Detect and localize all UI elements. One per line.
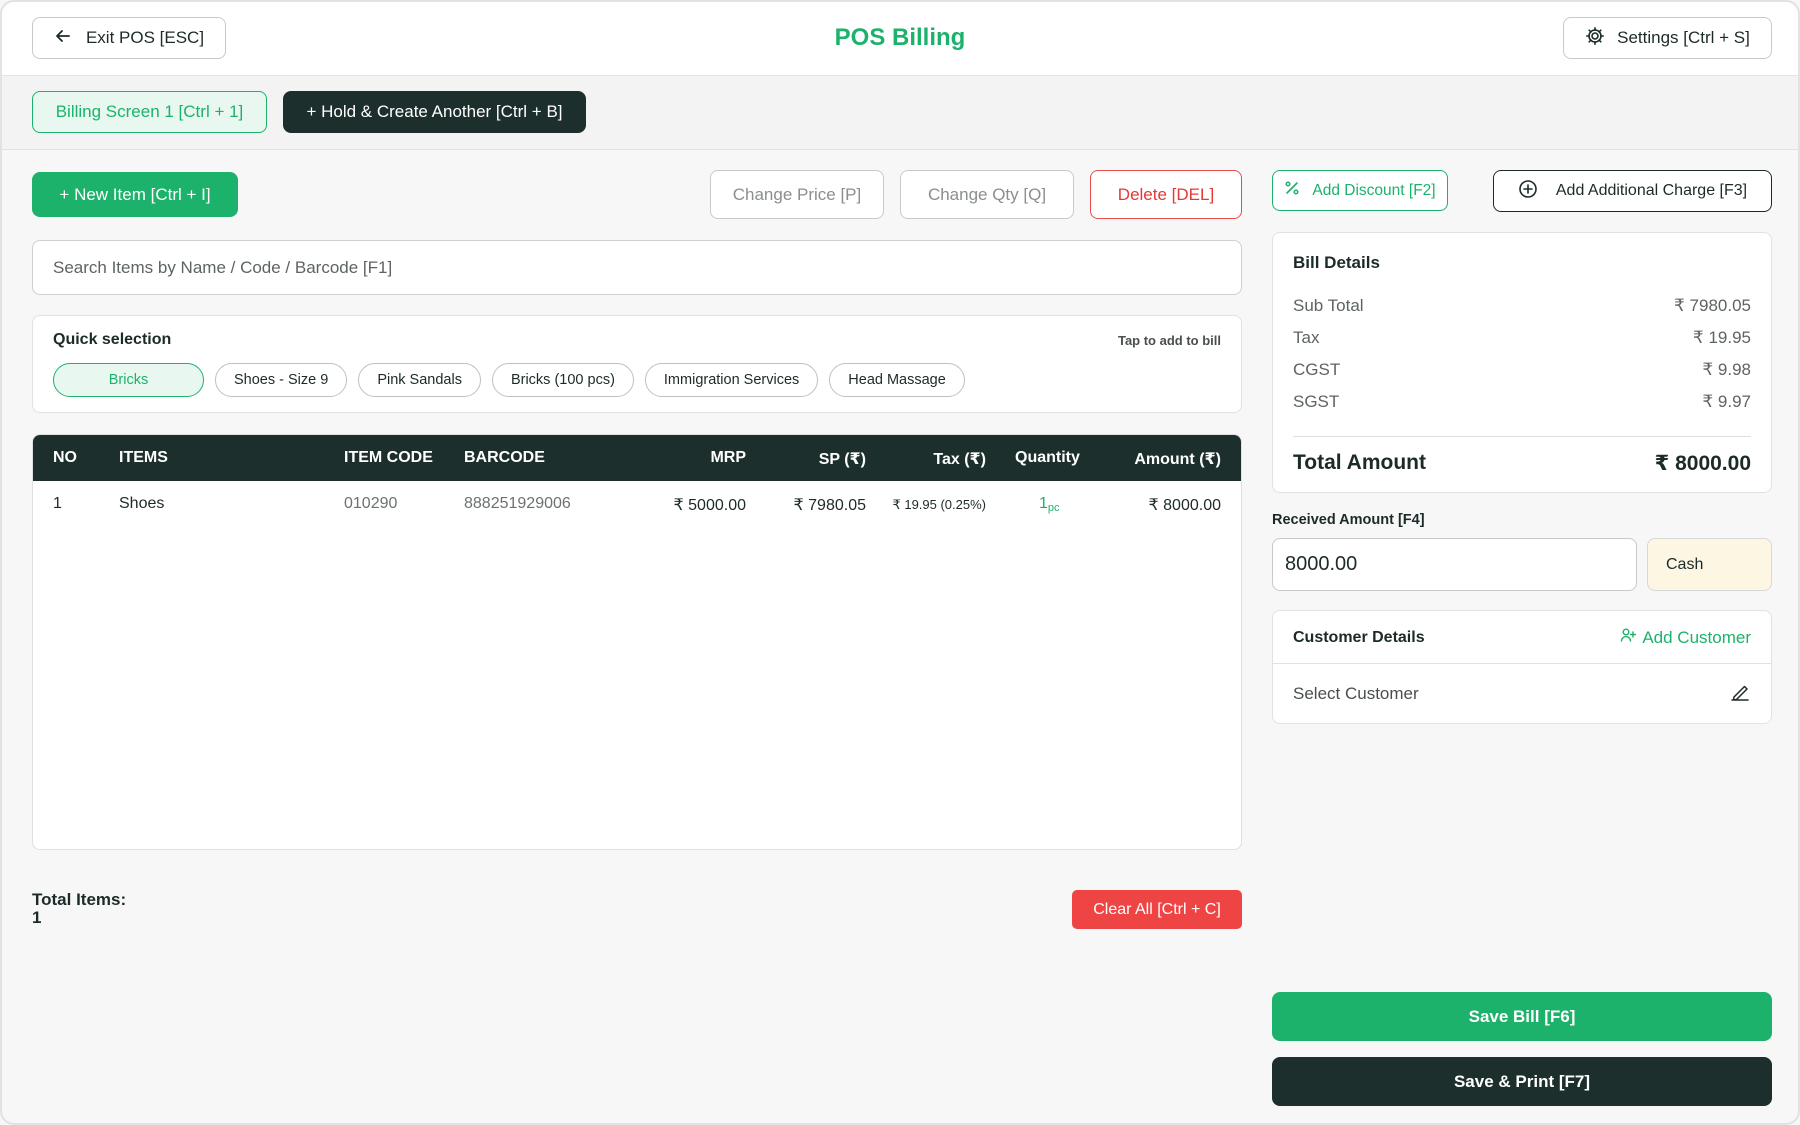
top-bar: Exit POS [ESC] POS Billing Settings [Ctr… <box>2 2 1798 76</box>
cell-barcode: 888251929006 <box>464 495 571 512</box>
tab-billing-screen-1[interactable]: Billing Screen 1 [Ctrl + 1] <box>32 91 267 133</box>
cell-mrp: ₹ 5000.00 <box>673 497 746 514</box>
bill-total-value: ₹ 8000.00 <box>1654 452 1751 475</box>
total-items: Total Items: 1 <box>32 891 126 927</box>
select-customer-field[interactable]: Select Customer <box>1293 684 1419 704</box>
bill-line-sgst: SGST ₹ 9.97 <box>1293 392 1751 412</box>
col-header-tax: Tax (₹) <box>933 451 986 468</box>
add-additional-charge-button[interactable]: Add Additional Charge [F3] <box>1493 170 1772 212</box>
received-amount-label: Received Amount [F4] <box>1272 512 1425 528</box>
bill-total: Total Amount ₹ 8000.00 <box>1293 451 1751 476</box>
customer-details-title: Customer Details <box>1293 629 1425 646</box>
col-header-barcode: BARCODE <box>464 449 545 466</box>
bill-line-tax: Tax ₹ 19.95 <box>1293 328 1751 348</box>
bill-divider <box>1293 436 1751 437</box>
quick-chip-head-massage[interactable]: Head Massage <box>829 363 965 397</box>
save-print-button[interactable]: Save & Print [F7] <box>1272 1057 1772 1106</box>
page-title: POS Billing <box>834 24 966 51</box>
bill-line-value: ₹ 9.98 <box>1702 360 1751 379</box>
bill-line-value: ₹ 19.95 <box>1692 328 1751 347</box>
change-price-button[interactable]: Change Price [P] <box>710 170 884 219</box>
cell-quantity[interactable]: 1pc <box>1039 495 1060 514</box>
payment-mode-select[interactable]: Cash <box>1647 538 1772 591</box>
add-additional-charge-label: Add Additional Charge [F3] <box>1555 182 1748 199</box>
bill-line-label: Tax <box>1293 328 1320 347</box>
quick-chip-bricks-100[interactable]: Bricks (100 pcs) <box>491 363 634 397</box>
cell-item-code: 010290 <box>344 495 398 512</box>
bill-details-title: Bill Details <box>1293 253 1380 272</box>
col-header-quantity: Quantity <box>1015 449 1080 466</box>
bill-line-value: ₹ 9.97 <box>1702 392 1751 411</box>
gear-icon <box>1585 26 1605 51</box>
percent-icon <box>1284 180 1300 201</box>
bill-line-cgst: CGST ₹ 9.98 <box>1293 360 1751 380</box>
plus-circle-icon <box>1518 179 1538 204</box>
change-qty-button[interactable]: Change Qty [Q] <box>900 170 1074 219</box>
add-discount-button[interactable]: Add Discount [F2] <box>1272 170 1448 211</box>
save-bill-button[interactable]: Save Bill [F6] <box>1272 992 1772 1041</box>
add-discount-label: Add Discount [F2] <box>1312 181 1436 199</box>
add-customer-label: Add Customer <box>1642 627 1751 647</box>
bill-line-value: ₹ 7980.05 <box>1674 296 1751 315</box>
cell-amount: ₹ 8000.00 <box>1148 497 1221 514</box>
bill-line-label: CGST <box>1293 360 1341 379</box>
col-header-no: NO <box>53 449 77 466</box>
pos-window: Exit POS [ESC] POS Billing Settings [Ctr… <box>0 0 1800 1125</box>
clear-all-button[interactable]: Clear All [Ctrl + C] <box>1072 890 1242 929</box>
quick-selection-panel: Quick selection Tap to add to bill Brick… <box>32 315 1242 413</box>
new-item-button[interactable]: + New Item [Ctrl + I] <box>32 172 238 217</box>
received-amount-input[interactable] <box>1272 538 1637 591</box>
cell-sp: ₹ 7980.05 <box>793 497 866 514</box>
search-input[interactable] <box>32 240 1242 295</box>
quick-chip-bricks[interactable]: Bricks <box>53 363 204 397</box>
cell-no: 1 <box>53 495 62 512</box>
col-header-item-code: ITEM CODE <box>344 449 433 466</box>
table-header: NO ITEMS ITEM CODE BARCODE MRP SP (₹) Ta… <box>33 435 1241 481</box>
bill-line-sub-total: Sub Total ₹ 7980.05 <box>1293 296 1751 316</box>
cell-tax: ₹ 19.95 (0.25%) <box>892 497 986 512</box>
bill-details-panel: Bill Details Sub Total ₹ 7980.05 Tax ₹ 1… <box>1272 232 1772 493</box>
table-row[interactable]: 1 Shoes 010290 888251929006 ₹ 5000.00 ₹ … <box>33 481 1241 527</box>
billing-tabs-bar: Billing Screen 1 [Ctrl + 1] + Hold & Cre… <box>2 76 1798 150</box>
user-plus-icon <box>1620 627 1637 648</box>
total-items-label: Total Items: <box>32 890 127 909</box>
quantity-value: 1 <box>1039 495 1048 512</box>
bill-line-label: Sub Total <box>1293 296 1364 315</box>
customer-divider <box>1273 663 1771 664</box>
items-table: NO ITEMS ITEM CODE BARCODE MRP SP (₹) Ta… <box>32 434 1242 850</box>
cell-item: Shoes <box>119 495 165 512</box>
col-header-amount: Amount (₹) <box>1134 451 1221 468</box>
quick-chip-immigration-services[interactable]: Immigration Services <box>644 363 819 397</box>
quick-selection-chips: Bricks Shoes - Size 9 Pink Sandals Brick… <box>53 363 965 397</box>
hold-create-another-button[interactable]: + Hold & Create Another [Ctrl + B] <box>283 91 586 133</box>
quick-selection-title: Quick selection <box>53 331 172 348</box>
quick-chip-pink-sandals[interactable]: Pink Sandals <box>358 363 481 397</box>
quick-chip-shoes-size-9[interactable]: Shoes - Size 9 <box>215 363 348 397</box>
customer-details-panel: Customer Details Add Customer Select Cus… <box>1272 610 1772 724</box>
quick-selection-hint: Tap to add to bill <box>1117 333 1221 348</box>
bill-line-label: SGST <box>1293 392 1340 411</box>
col-header-mrp: MRP <box>710 449 746 466</box>
bill-total-label: Total Amount <box>1293 451 1426 474</box>
add-customer-button[interactable]: Add Customer <box>1620 627 1751 648</box>
edit-pen-icon[interactable] <box>1729 681 1751 708</box>
settings-label: Settings [Ctrl + S] <box>1617 28 1750 47</box>
col-header-sp: SP (₹) <box>818 451 866 468</box>
total-items-value: 1 <box>32 908 42 927</box>
quantity-unit: pc <box>1047 502 1060 514</box>
delete-button[interactable]: Delete [DEL] <box>1090 170 1242 219</box>
settings-button[interactable]: Settings [Ctrl + S] <box>1563 17 1772 59</box>
col-header-items: ITEMS <box>119 449 168 466</box>
